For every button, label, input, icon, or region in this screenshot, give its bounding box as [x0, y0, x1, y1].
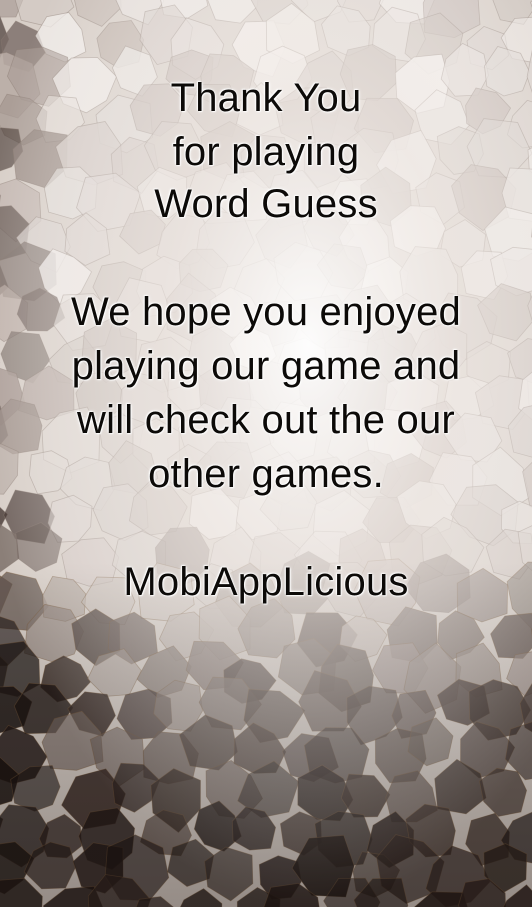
body-line-2: playing our game and — [71, 344, 461, 388]
body-line-4: other games. — [148, 452, 384, 496]
thank-you-screen: Thank You for playing Word Guess We hope… — [0, 0, 532, 907]
developer-signature: MobiAppLicious — [123, 560, 409, 604]
message-block: Thank You for playing Word Guess We hope… — [0, 0, 532, 907]
body-line-1: We hope you enjoyed — [70, 290, 461, 334]
heading-line-3-game-title: Word Guess — [154, 182, 378, 226]
heading-line-1: Thank You — [170, 76, 362, 120]
heading-line-2: for playing — [172, 130, 360, 174]
body-line-3: will check out the our — [77, 398, 455, 442]
